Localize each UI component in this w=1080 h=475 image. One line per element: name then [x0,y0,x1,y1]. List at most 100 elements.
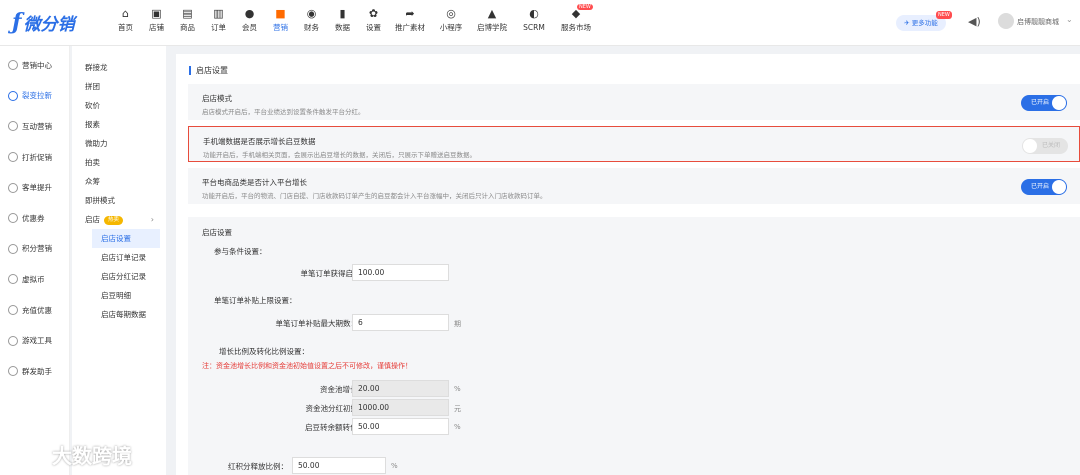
beans-ratio-unit: % [454,423,461,431]
logo-text: 微分销 [23,14,75,35]
nav-label: 营销 [273,23,288,32]
nav-label: 订单 [211,23,226,32]
sidebar-item-label: 裂变拉新 [22,91,52,101]
pool-initial-input[interactable]: 1000.00 [352,399,449,416]
nav-label: 小程序 [439,23,463,32]
nav-item[interactable]: ▮ 数据 [327,6,358,34]
avatar[interactable] [998,13,1014,29]
nav-item[interactable]: ✿ 设置 [358,6,389,34]
sub-menu-child[interactable]: 启店设置 [92,229,160,248]
sidebar-item[interactable]: 打折促销 [0,142,69,173]
setting-row: 平台电商品类是否计入平台增长 功能开启后，平台的物流、门店自提、门店收款码订单产生… [188,168,1080,204]
menu-icon [8,60,18,71]
top-bar: ƒ 微分销 ⌂ 首页 ▣ 店铺 ▤ 商品 ▥ 订单 ● 会员 ■ 营销 ◉ 财务 ▮ 数据 ✿ 设置 ➦ 推广素材 ◎ 小… [0,0,1080,46]
setting-row: 手机端数据是否展示增长启豆数据 功能开启后，手机端相关页面，会展示出启豆增长的数据… [188,126,1080,162]
toggle-switch[interactable]: 已开启 [1021,95,1067,111]
logo[interactable]: ƒ 微分销 [12,8,74,36]
nav-item[interactable]: ⌂ 首页 [110,6,141,34]
red-points-input[interactable]: 50.00 [292,457,386,474]
sidebar-item[interactable]: 营销中心 [0,50,69,81]
sidebar-item-label: 互动营销 [22,121,52,131]
toggle-label: 已关闭 [1042,142,1061,149]
sidebar-item[interactable]: 客单提升 [0,172,69,203]
sidebar-group-qidian[interactable]: 启店 热卖 › [72,210,166,229]
nav-icon: ▮ [339,7,346,20]
nav-item[interactable]: ◉ 财务 [296,6,327,34]
pool-growth-unit: % [454,385,461,393]
toggle-switch[interactable]: 已关闭 [1022,138,1068,154]
sub-menu-child[interactable]: 启店每期数据 [72,305,166,324]
nav-icon: ▲ [487,7,497,20]
sidebar-item[interactable]: 游戏工具 [0,325,69,356]
nav-item[interactable]: ● 会员 [234,6,265,34]
sub-menu-child[interactable]: 启店订单记录 [72,248,166,267]
sidebar-item[interactable]: 虚拟币 [0,264,69,295]
max-periods-input[interactable]: 6 [352,314,449,331]
sidebar-item-label: 充值优惠 [22,305,52,315]
sidebar-item[interactable]: 优惠券 [0,203,69,234]
chevron-down-icon[interactable]: ⌄ [1066,15,1073,24]
sidebar-item[interactable]: 互动营销 [0,111,69,142]
max-periods-label: 单笔订单补贴最大期数： [275,319,359,328]
sub-menu-item[interactable]: 拼团 [72,77,166,96]
nav-label: 首页 [118,23,133,32]
primary-sidebar: 营销中心裂变拉新互动营销打折促销 客单提升 优惠券 积分营销虚拟币充值优惠游戏工具群发… [0,46,70,475]
sidebar-item[interactable]: 裂变拉新 [0,81,69,112]
watermark-icon: ◡ [8,440,48,469]
nav-item[interactable]: ➦ 推广素材 [389,6,431,34]
menu-icon [8,274,18,285]
order-beans-input[interactable]: 100.00 [352,264,449,281]
nav-item[interactable]: ▤ 商品 [172,6,203,34]
toggle-switch[interactable]: 已开启 [1021,179,1067,195]
sidebar-item-label: 群发助手 [22,366,52,376]
toggle-knob [1023,139,1037,153]
nav-label: 设置 [366,23,381,32]
red-points-unit: % [391,462,398,470]
sidebar-item[interactable]: 群发助手 [0,356,69,387]
nav-item[interactable]: ■ 营销 [265,6,296,34]
nav-label: 启博学院 [477,23,507,32]
nav-item[interactable]: ▥ 订单 [203,6,234,34]
nav-item[interactable]: ◎ 小程序 [431,6,471,34]
sub-menu-item[interactable]: 微助力 [72,134,166,153]
beans-ratio-input[interactable]: 50.00 [352,418,449,435]
more-label: 更多功能 [911,19,938,27]
sub-menu-item[interactable]: 拍卖 [72,153,166,172]
sub-menu-item[interactable]: 群接龙 [72,58,166,77]
setting-title: 手机端数据是否展示增长启豆数据 [203,137,316,146]
nav-icon: ■ [275,7,286,20]
menu-icon [8,305,18,316]
sub-menu-item[interactable]: 即拼模式 [72,191,166,210]
menu-icon [8,121,18,132]
pool-initial-unit: 元 [454,405,461,413]
nav-item[interactable]: ◆ 服务市场 NEW [555,4,597,34]
toggle-label: 已开启 [1031,99,1050,106]
nav-item[interactable]: ▣ 店铺 [141,6,172,34]
sub-menu-item[interactable]: 砍价 [72,96,166,115]
watermark-text: 大数跨境 [52,444,132,468]
sidebar-item[interactable]: 充值优惠 [0,295,69,326]
nav-item[interactable]: ◐ SCRM [513,6,555,34]
sidebar-item[interactable]: 积分营销 [0,234,69,265]
speaker-icon[interactable]: ◀) [968,15,981,28]
group-label: 启店 [85,215,100,224]
menu-icon [8,243,18,254]
setting-title: 启店模式 [202,94,232,103]
nav-icon: ▣ [151,7,162,20]
sub-menu-item[interactable]: 众筹 [72,172,166,191]
config-title: 启店设置 [202,228,232,237]
setting-desc: 启店模式开启后，平台业绩达到设置条件触发平台分红。 [202,108,365,116]
sub-menu-child[interactable]: 启豆明细 [72,286,166,305]
pool-growth-input[interactable]: 20.00 [352,380,449,397]
sidebar-item-label: 虚拟币 [22,274,45,284]
sub-menu-item[interactable]: 报素 [72,115,166,134]
config-panel: 启店设置 参与条件设置： 单笔订单获得启豆： 100.00 单笔订单补贴上限设置… [188,217,1080,475]
new-badge: NEW [577,4,593,10]
nav-item[interactable]: ▲ 启博学院 [471,6,513,34]
section-title: 启店设置 [189,66,228,75]
more-features-button[interactable]: ✈ 更多功能 NEW [896,11,952,31]
user-name[interactable]: 启博靓靓商城 [1017,17,1059,27]
setting-title: 平台电商品类是否计入平台增长 [202,178,307,187]
sub-menu-child[interactable]: 启店分红记录 [72,267,166,286]
sidebar-item-label: 游戏工具 [22,336,52,346]
